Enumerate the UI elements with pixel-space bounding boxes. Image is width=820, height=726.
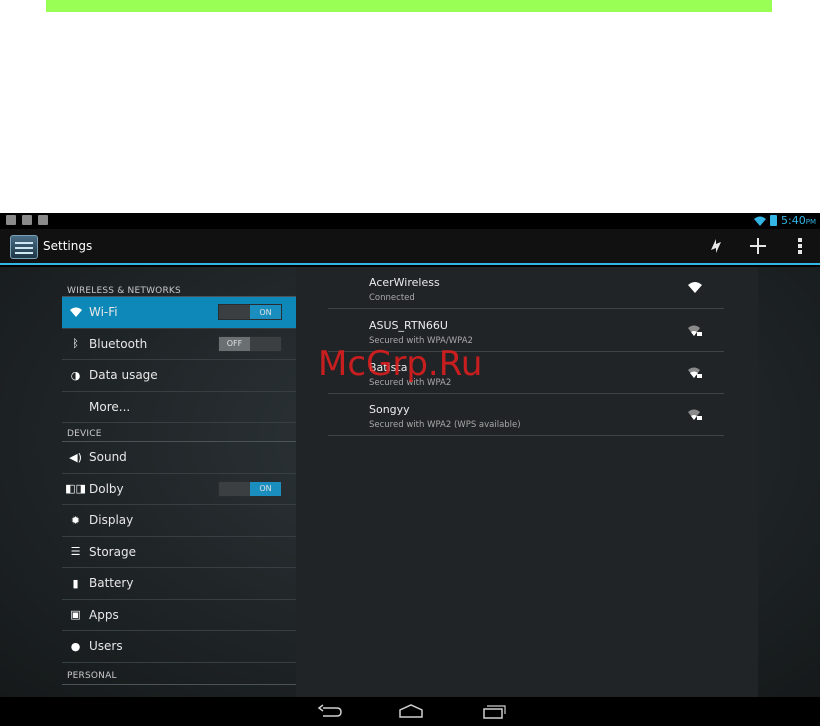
- section-header-wireless: WIRELESS & NETWORKS: [62, 267, 296, 297]
- battery-icon: [770, 215, 778, 226]
- tablet-screen: 5:40PM Settings WIRELESS & NETWORKS Wi-F…: [0, 213, 820, 726]
- sound-icon: ◀): [69, 450, 82, 464]
- section-header-personal: PERSONAL: [62, 663, 296, 685]
- wifi-icon: [62, 307, 89, 318]
- recent-apps-icon[interactable]: [481, 703, 507, 719]
- navigation-bar: [0, 697, 820, 726]
- sidebar-item-sound[interactable]: ◀) Sound: [62, 442, 296, 474]
- shield-icon: [6, 215, 16, 225]
- add-icon[interactable]: [748, 235, 768, 257]
- battery-icon: ▮: [72, 576, 79, 590]
- network-item[interactable]: Songyy Secured with WPA2 (WPS available): [328, 394, 724, 436]
- storage-icon: ☰: [70, 545, 81, 559]
- sidebar-item-label: Apps: [89, 607, 119, 622]
- wifi-signal-icon: [688, 282, 702, 293]
- sidebar-item-label: Sound: [89, 450, 127, 465]
- clock: 5:40PM: [781, 214, 816, 227]
- back-icon[interactable]: [317, 703, 343, 719]
- data-usage-icon: ◑: [70, 368, 81, 382]
- toggle-state: OFF: [219, 336, 250, 351]
- network-status: Connected: [369, 293, 415, 303]
- wifi-icon: [754, 216, 767, 226]
- action-bar: Settings: [0, 229, 820, 265]
- top-highlight-bar: [46, 0, 772, 12]
- sidebar-item-label: Storage: [89, 544, 136, 559]
- sidebar-item-more[interactable]: More...: [62, 392, 296, 423]
- settings-content: WIRELESS & NETWORKS Wi-Fi ON ᛒ Bluetooth: [0, 267, 820, 697]
- sidebar-item-users[interactable]: ● Users: [62, 631, 296, 663]
- apps-icon: ▣: [70, 608, 81, 622]
- sidebar-item-battery[interactable]: ▮ Battery: [62, 568, 296, 600]
- sidebar-item-label: More...: [89, 399, 131, 414]
- watermark-text: McGrp.Ru: [318, 344, 483, 384]
- section-header-device: DEVICE: [62, 423, 296, 442]
- sidebar-item-display[interactable]: ✹ Display: [62, 505, 296, 537]
- wifi-secured-icon: [688, 325, 702, 336]
- toggle-state: ON: [250, 481, 281, 496]
- bluetooth-icon: ᛒ: [72, 337, 79, 351]
- page: 5:40PM Settings WIRELESS & NETWORKS Wi-F…: [0, 0, 820, 726]
- sidebar-item-apps[interactable]: ▣ Apps: [62, 600, 296, 631]
- network-status: Secured with WPA2 (WPS available): [369, 420, 521, 430]
- network-name: AcerWireless: [369, 276, 440, 289]
- clipboard-icon: [38, 215, 48, 225]
- refresh-wifi-icon[interactable]: [706, 235, 726, 257]
- wifi-toggle[interactable]: ON: [218, 304, 282, 320]
- wifi-secured-icon: [688, 409, 702, 420]
- dolby-toggle[interactable]: ON: [218, 480, 282, 497]
- page-title: Settings: [43, 239, 93, 253]
- notification-icons: [6, 215, 48, 225]
- settings-sidebar: WIRELESS & NETWORKS Wi-Fi ON ᛒ Bluetooth: [62, 267, 296, 697]
- sidebar-item-wifi[interactable]: Wi-Fi ON: [62, 297, 296, 329]
- network-item[interactable]: AcerWireless Connected: [328, 267, 724, 309]
- sidebar-item-label: Users: [89, 639, 123, 654]
- status-bar: 5:40PM: [0, 213, 820, 229]
- sidebar-item-label: Battery: [89, 576, 134, 591]
- sidebar-item-bluetooth[interactable]: ᛒ Bluetooth OFF: [62, 329, 296, 360]
- overflow-menu-icon[interactable]: [790, 235, 810, 257]
- system-status: 5:40PM: [754, 214, 816, 227]
- toggle-state: ON: [250, 305, 281, 319]
- sidebar-item-label: Data usage: [89, 368, 158, 383]
- home-icon[interactable]: [398, 703, 424, 719]
- wifi-network-list: AcerWireless Connected ASUS_RTN66U Secur…: [296, 267, 758, 697]
- sidebar-item-data-usage[interactable]: ◑ Data usage: [62, 360, 296, 392]
- action-buttons: [706, 235, 810, 257]
- sidebar-item-label: Display: [89, 513, 134, 528]
- network-name: ASUS_RTN66U: [369, 319, 448, 332]
- bluetooth-toggle[interactable]: OFF: [218, 335, 282, 352]
- users-icon: ●: [70, 639, 81, 653]
- dolby-icon: ◧◨: [65, 482, 86, 496]
- network-name: Songyy: [369, 403, 410, 416]
- settings-app-icon[interactable]: [10, 235, 38, 259]
- image-icon: [22, 215, 32, 225]
- sidebar-item-dolby[interactable]: ◧◨ Dolby ON: [62, 474, 296, 505]
- display-icon: ✹: [70, 513, 81, 527]
- wifi-secured-icon: [688, 367, 702, 378]
- sidebar-item-storage[interactable]: ☰ Storage: [62, 537, 296, 568]
